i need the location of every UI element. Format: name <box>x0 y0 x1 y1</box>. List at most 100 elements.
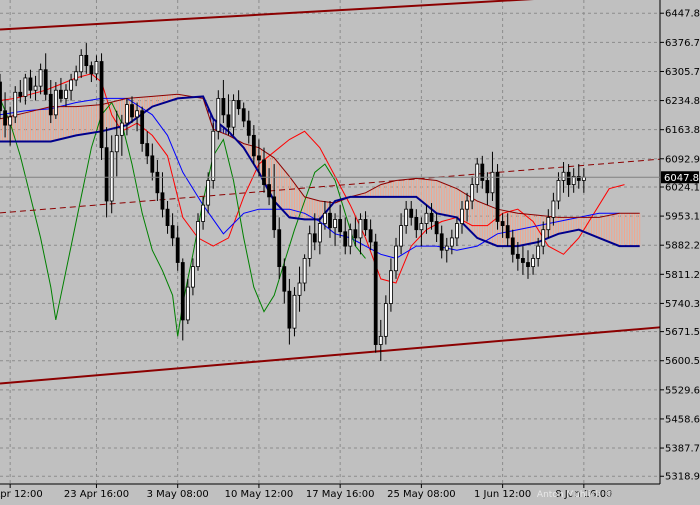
y-tick-label: 5882.20 <box>665 241 700 252</box>
candle-body <box>48 93 53 116</box>
candle-body <box>480 163 485 181</box>
candle-body <box>363 219 368 231</box>
candle-body <box>135 110 139 118</box>
candle-body <box>531 258 535 268</box>
y-tick-label: 6447.80 <box>665 9 700 20</box>
y-tick-label: 5671.50 <box>665 327 700 338</box>
y-tick-label: 5953.15 <box>665 212 700 223</box>
y-tick-label: 6376.70 <box>665 38 700 49</box>
candle-body <box>541 229 546 247</box>
candle-body <box>297 282 302 296</box>
candle-body <box>292 294 297 329</box>
candle-body <box>251 134 256 157</box>
candle-body <box>287 290 292 329</box>
candle-body <box>424 212 429 224</box>
candle-body <box>338 219 343 233</box>
candle-body <box>165 208 170 226</box>
candle-body <box>439 233 444 251</box>
candle-body <box>33 85 38 91</box>
candle-body <box>18 91 23 97</box>
candle-body <box>272 196 277 231</box>
y-tick-label: 5458.65 <box>665 414 700 425</box>
candle-body <box>38 69 43 87</box>
x-tick-label: 3 May 08:00 <box>147 489 209 500</box>
candle-body <box>500 221 505 226</box>
candle-body <box>94 61 99 75</box>
candle-body <box>455 223 459 239</box>
candle-body <box>155 171 160 194</box>
y-tick-label: 5600.55 <box>665 356 700 367</box>
y-tick-label: 5387.70 <box>665 444 700 455</box>
candle-body <box>510 237 515 255</box>
candle-body <box>323 212 327 224</box>
x-tick-label: 10 May 12:00 <box>225 489 294 500</box>
y-tick-label: 5318.90 <box>665 472 700 483</box>
y-tick-label: 6024.10 <box>665 182 700 193</box>
candle-body <box>104 147 109 202</box>
candle-body <box>485 180 490 194</box>
candle-body <box>79 54 84 73</box>
candle-body <box>470 184 475 202</box>
y-tick-label: 5811.25 <box>665 270 700 281</box>
candle-body <box>216 98 221 132</box>
candle-body <box>201 204 205 222</box>
candle-body <box>475 163 480 185</box>
candle-body <box>389 270 393 304</box>
candle-body <box>317 223 322 243</box>
x-tick-label: 25 May 08:00 <box>387 489 456 500</box>
candle-body <box>409 208 414 218</box>
candle-body <box>160 192 165 210</box>
candle-body <box>64 89 68 99</box>
candle-body <box>551 200 556 218</box>
candle-body <box>414 216 419 231</box>
candle-body <box>536 245 541 259</box>
candle-body <box>419 223 424 231</box>
candle-body <box>262 159 266 185</box>
candle-body <box>89 65 94 75</box>
candle-body <box>312 233 317 243</box>
candle-body <box>556 180 561 202</box>
candle-body <box>84 54 89 67</box>
x-tick-label: 16 Apr 12:00 <box>0 489 43 500</box>
candle-body <box>59 89 63 99</box>
candle-body <box>125 104 129 124</box>
candle-body <box>429 212 434 222</box>
candle-body <box>3 110 7 126</box>
candle-body <box>399 225 403 247</box>
candle-body <box>130 104 134 118</box>
candle-body <box>521 258 525 263</box>
candle-body <box>333 219 337 229</box>
candle-body <box>231 100 236 128</box>
candle-body <box>196 221 200 268</box>
candle-body <box>358 219 363 239</box>
candle-body <box>348 229 353 247</box>
candle-body <box>505 225 510 239</box>
y-tick-label: 6305.75 <box>665 67 700 78</box>
current-price-label: 6047.83 <box>664 173 700 184</box>
x-tick-label: 17 May 16:00 <box>306 489 375 500</box>
candle-body <box>221 98 226 116</box>
candle-body <box>170 225 175 239</box>
candle-body <box>267 184 271 198</box>
candle-body <box>185 286 190 321</box>
candle-body <box>444 245 449 251</box>
candle-body <box>241 108 246 122</box>
candle-body <box>180 262 185 321</box>
candle-body <box>109 151 114 202</box>
candle-body <box>307 233 312 259</box>
candle-body <box>302 258 307 284</box>
candle-body <box>211 130 216 181</box>
y-tick-label: 6234.80 <box>665 96 700 107</box>
candle-body <box>343 231 348 247</box>
candle-body <box>13 91 18 118</box>
plot-area <box>0 0 660 484</box>
watermark-text: Anton Muhlich © <box>537 490 613 500</box>
candle-body <box>99 61 104 149</box>
candle-body <box>150 155 155 173</box>
candle-body <box>495 171 500 222</box>
x-tick-label: 1 Jun 12:00 <box>474 489 531 500</box>
candle-body <box>175 237 180 263</box>
candle-body <box>526 262 530 268</box>
chart-svg: 6447.80 6376.70 6305.75 6234.80 6163.85 6092.… <box>0 0 700 500</box>
candle-body <box>74 71 79 81</box>
